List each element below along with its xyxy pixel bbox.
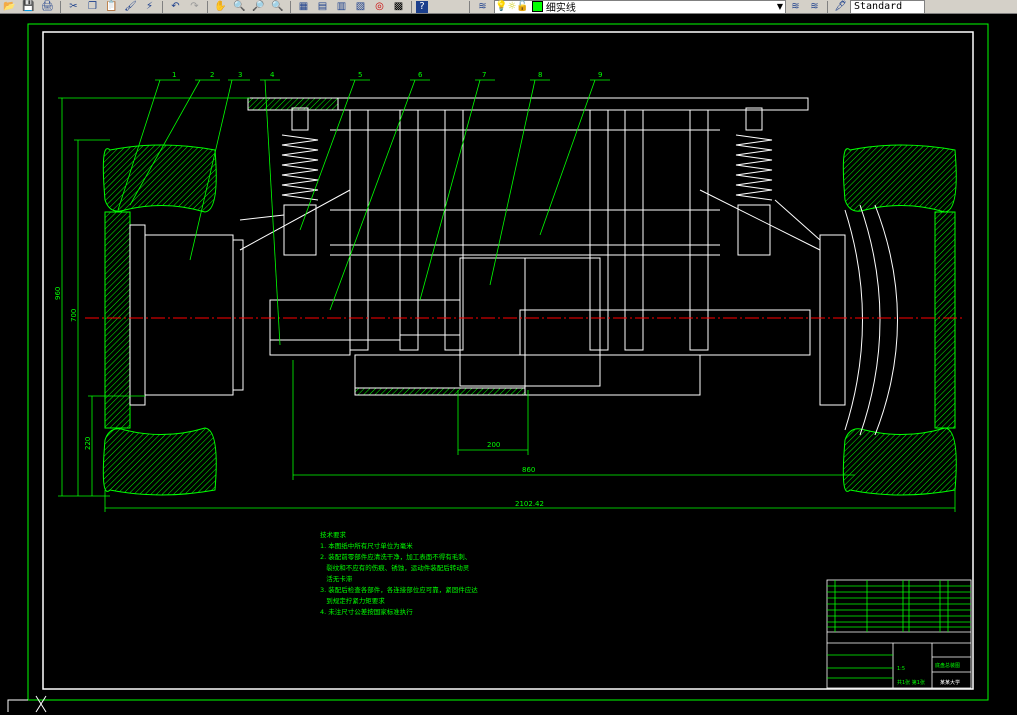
technical-requirements: 技术要求 1. 本图纸中所有尺寸单位为毫米 2. 装配前零部件应清洗干净，加工表面不… [320, 530, 478, 618]
tech-note-line: 4. 未注尺寸公差按国家标准执行 [320, 608, 413, 616]
title-scale: 1:5 [897, 666, 905, 672]
drawing-canvas[interactable]: 960 700 220 200 860 2102.42 1 2 3 4 5 6 … [0, 14, 1017, 715]
cut-icon[interactable]: ✂ [65, 1, 82, 13]
part-number: 2 [210, 71, 214, 79]
toolbar-separator [290, 0, 291, 13]
standard-toolbar: 📂 💾 🖨 ✂ ❐ 📋 🖌 ⚡ ↶ ↷ ✋ 🔍 🔎 🔍 ▦ ▤ ▥ ▧ ◎ ▩ … [0, 0, 1017, 14]
part-number: 4 [270, 71, 275, 79]
tool-palettes-icon[interactable]: ▥ [333, 1, 350, 13]
layer-name: 细实线 [545, 3, 576, 14]
part-number: 7 [482, 71, 486, 79]
tech-note-line: 1. 本图纸中所有尺寸单位为毫米 [320, 542, 413, 550]
tech-note-line: 到规定拧紧力矩要求 [320, 597, 385, 605]
block-editor-icon[interactable]: ⚡ [141, 1, 158, 13]
drive-motor [269, 257, 601, 387]
copy-icon[interactable]: ❐ [84, 1, 101, 13]
tech-note-line: 裂纹和不应有的伤痕、锈蚀，运动件装配后转动灵 [320, 564, 470, 572]
match-properties-icon[interactable]: 🖌 [122, 1, 139, 13]
tech-notes-title: 技术要求 [320, 531, 346, 539]
right-wheel [819, 144, 957, 496]
dim-motor-width: 200 [487, 441, 500, 449]
ucs-icon [7, 695, 47, 713]
sheet-set-icon[interactable]: ▧ [352, 1, 369, 13]
title-drawing-name: 底盘总装图 [935, 662, 960, 669]
part-number: 1 [172, 71, 176, 79]
toolbar-separator [60, 0, 61, 13]
undo-icon[interactable]: ↶ [167, 1, 184, 13]
layer-dropdown[interactable]: 💡 ☼ 🔓 细实线 ▼ [494, 0, 786, 14]
left-wheel [102, 144, 244, 496]
plot-icon[interactable]: 🖨 [39, 1, 56, 13]
tech-note-line: 2. 装配前零部件应清洗干净，加工表面不得有毛刺、 [320, 553, 472, 561]
lock-icon: 🔓 [516, 1, 529, 12]
chevron-down-icon[interactable]: ▼ [777, 2, 785, 11]
dim-overall-width: 2102.42 [515, 500, 544, 508]
drawing-frame [42, 31, 974, 690]
dim-upper-height: 700 [70, 309, 78, 322]
sheet-border [27, 23, 989, 701]
text-style-icon[interactable]: 🖋 [832, 1, 849, 13]
help-icon[interactable]: ? [416, 0, 428, 13]
text-style-dropdown[interactable]: Standard [850, 0, 925, 13]
toolbar-separator [207, 0, 208, 13]
zoom-realtime-icon[interactable]: 🔍 [231, 1, 248, 13]
open-icon[interactable]: 📂 [1, 1, 18, 13]
dim-track-width: 860 [522, 466, 535, 474]
pan-icon[interactable]: ✋ [212, 1, 229, 13]
calculator-icon[interactable]: ▩ [390, 1, 407, 13]
part-number: 9 [598, 71, 602, 79]
lightbulb-icon: 💡 [495, 1, 508, 12]
part-number: 8 [538, 71, 542, 79]
design-center-icon[interactable]: ▤ [314, 1, 331, 13]
title-school: 某某大学 [940, 679, 960, 686]
layer-previous-icon[interactable]: ≋ [806, 1, 823, 13]
dim-overall-height: 960 [54, 287, 62, 300]
dim-lower-height: 220 [84, 437, 92, 450]
zoom-window-icon[interactable]: 🔎 [250, 1, 267, 13]
markup-icon[interactable]: ◎ [371, 1, 388, 13]
paste-icon[interactable]: 📋 [103, 1, 120, 13]
title-sheet: 共1张 第1张 [897, 679, 925, 686]
part-number: 3 [238, 71, 242, 79]
sun-icon: ☼ [507, 1, 517, 12]
tech-note-line: 3. 装配后检查各部件，各连接部位应可靠，紧固件应达 [320, 586, 478, 594]
toolbar-separator [469, 0, 470, 13]
redo-icon[interactable]: ↷ [186, 1, 203, 13]
layer-manager-icon[interactable]: ≋ [474, 1, 491, 13]
toolbar-separator [411, 0, 412, 13]
make-layer-current-icon[interactable]: ≋ [787, 1, 804, 13]
properties-icon[interactable]: ▦ [295, 1, 312, 13]
tech-note-line: 活无卡滞 [320, 575, 353, 583]
toolbar-separator [162, 0, 163, 13]
part-number: 6 [418, 71, 423, 79]
zoom-previous-icon[interactable]: 🔍 [269, 1, 286, 13]
save-icon[interactable]: 💾 [20, 1, 37, 13]
layer-color-swatch [531, 1, 543, 12]
part-number: 5 [358, 71, 362, 79]
toolbar-separator [827, 0, 828, 13]
part-leaders [117, 79, 610, 346]
